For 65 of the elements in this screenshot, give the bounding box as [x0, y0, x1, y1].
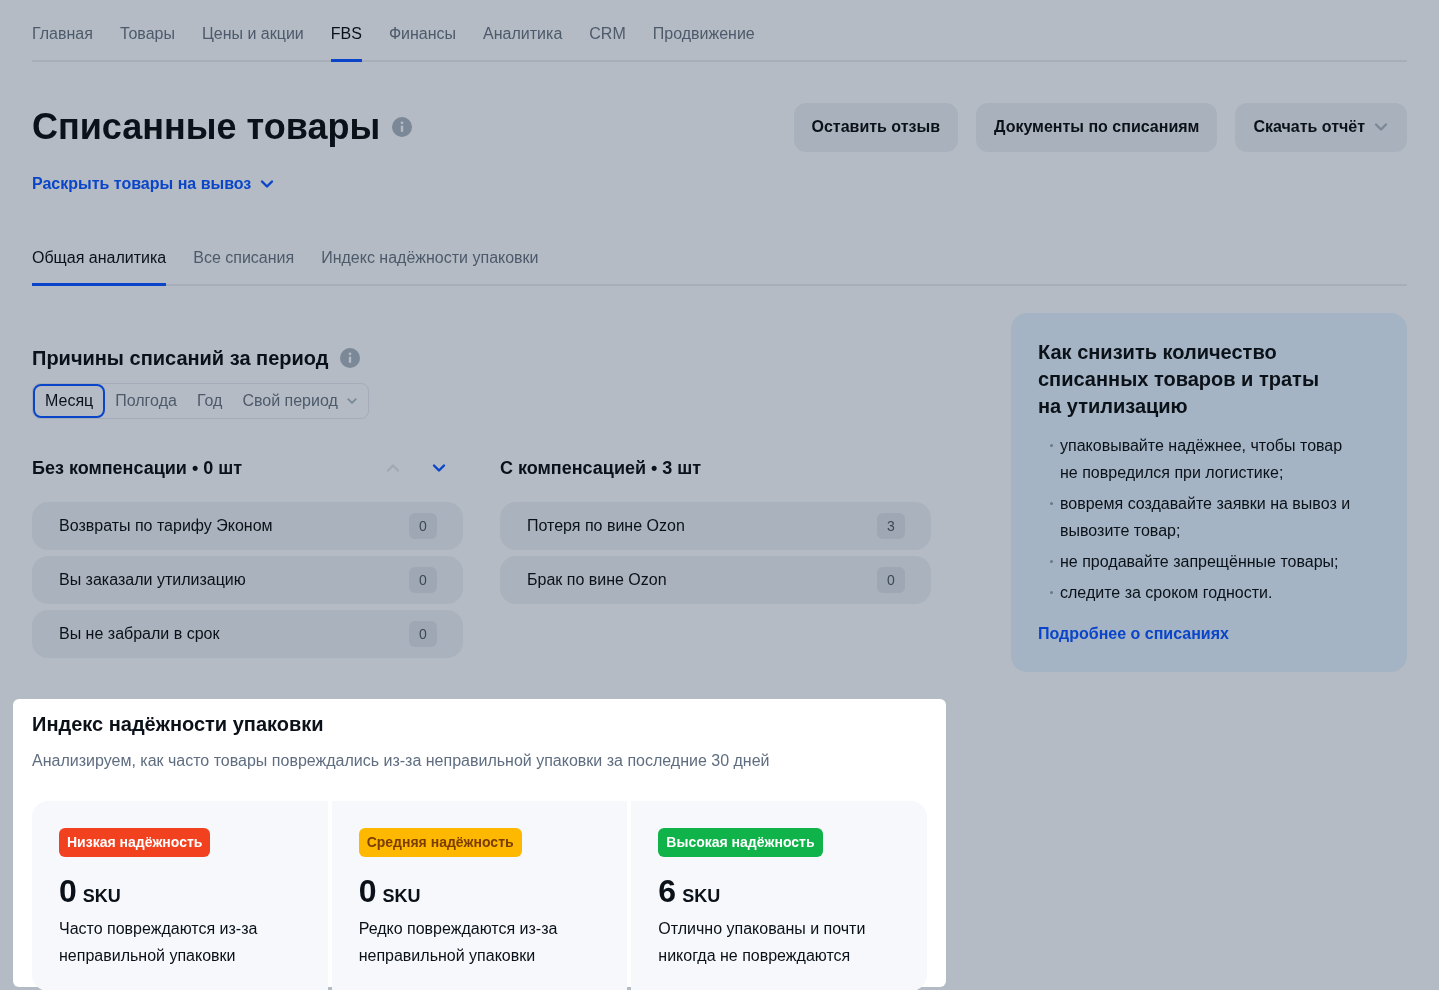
info-icon[interactable]	[392, 117, 413, 137]
reason-label: Вы не забрали в срок	[59, 624, 220, 644]
count-badge: 0	[409, 567, 437, 593]
sku-unit: SKU	[682, 885, 721, 908]
sku-count: 0	[59, 872, 77, 911]
reason-row[interactable]: Возвраты по тарифу Эконом 0	[32, 502, 463, 550]
nav-tab[interactable]: Продвижение	[652, 22, 755, 62]
nav-tab[interactable]: Аналитика	[483, 22, 563, 62]
count-badge: 0	[409, 621, 437, 647]
count-badge: 3	[877, 513, 905, 539]
tip-text: следите за сроком годности.	[1060, 583, 1274, 603]
period-option[interactable]: Год	[186, 384, 233, 418]
reason-row[interactable]: Вы не забрали в срок 0	[32, 610, 463, 658]
tile-description: Часто повреждаются из-за неправильной упаковки	[59, 919, 259, 966]
reason-label: Вы заказали утилизацию	[59, 570, 246, 590]
tip-text: вовремя создавайте заявки на вывоз и вывозите товар;	[1060, 494, 1352, 541]
nav-tab[interactable]: Главная	[32, 22, 93, 62]
reliability-subtitle: Анализируем, как часто товары повреждались из-за неправильной упаковки за последние 30 дней	[32, 751, 771, 771]
tile-description: Редко повреждаются из-за неправильной упаковки	[358, 919, 559, 966]
sku-count: 0	[358, 872, 377, 911]
reliability-badge: Средняя надёжность	[358, 828, 522, 857]
reason-row[interactable]: Потеря по вине Ozon 3	[500, 502, 931, 550]
info-icon[interactable]	[340, 348, 361, 368]
reliability-title: Индекс надёжности упаковки	[32, 712, 325, 737]
action-button[interactable]: Оставить отзыв	[793, 102, 959, 152]
bullet-icon	[1050, 502, 1053, 505]
count-badge: 0	[877, 567, 905, 593]
reason-label: Возвраты по тарифу Эконом	[59, 516, 273, 536]
bullet-icon	[1050, 591, 1053, 594]
nav-tab[interactable]: Цены и акции	[201, 22, 304, 62]
period-option[interactable]: Полгода	[105, 384, 187, 418]
expand-link[interactable]: Раскрыть товары на вывоз	[32, 172, 276, 196]
bullet-icon	[1050, 444, 1053, 447]
nav-tab[interactable]: FBS	[330, 22, 362, 62]
tile-description: Отлично упакованы и почти никогда не повреждаются	[658, 919, 867, 966]
sku-unit: SKU	[82, 885, 121, 908]
group-title: Без компенсации • 0 шт	[32, 456, 243, 480]
tips-title: Как снизить количество списанных товаров и траты на утилизацию	[1038, 340, 1320, 419]
sku-unit: SKU	[382, 885, 421, 908]
reason-row[interactable]: Брак по вине Ozon 0	[500, 556, 931, 604]
reason-label: Брак по вине Ozon	[527, 570, 667, 590]
more-link[interactable]: Подробнее о списаниях	[1038, 622, 1380, 646]
period-option[interactable]: Свой период	[232, 384, 368, 418]
section-title: Причины списаний за период	[32, 346, 329, 371]
sku-count: 6	[658, 872, 677, 911]
action-button[interactable]: Скачать отчёт	[1235, 102, 1407, 152]
section-tab[interactable]: Индекс надёжности упаковки	[321, 246, 539, 286]
tip-text: упаковывайте надёжнее, чтобы товар не повредился при логистике;	[1060, 436, 1344, 483]
reliability-badge: Низкая надёжность	[59, 828, 211, 857]
group-title: С компенсацией • 3 шт	[500, 456, 702, 480]
nav-tab[interactable]: CRM	[589, 22, 626, 62]
count-badge: 0	[409, 513, 437, 539]
action-button[interactable]: Документы по списаниям	[976, 102, 1218, 152]
bullet-icon	[1050, 560, 1053, 563]
period-option[interactable]: Месяц	[33, 384, 106, 418]
reason-label: Потеря по вине Ozon	[527, 516, 685, 536]
nav-tab[interactable]: Товары	[119, 22, 175, 62]
page-title: Списанные товары	[32, 105, 381, 149]
reliability-badge: Высокая надёжность	[658, 828, 823, 857]
caret-icon	[345, 395, 358, 407]
section-tab[interactable]: Все списания	[193, 246, 295, 286]
tip-text: не продавайте запрещённые товары;	[1060, 552, 1340, 572]
reason-row[interactable]: Вы заказали утилизацию 0	[32, 556, 463, 604]
section-tab[interactable]: Общая аналитика	[32, 246, 167, 286]
nav-tab[interactable]: Финансы	[388, 22, 457, 62]
